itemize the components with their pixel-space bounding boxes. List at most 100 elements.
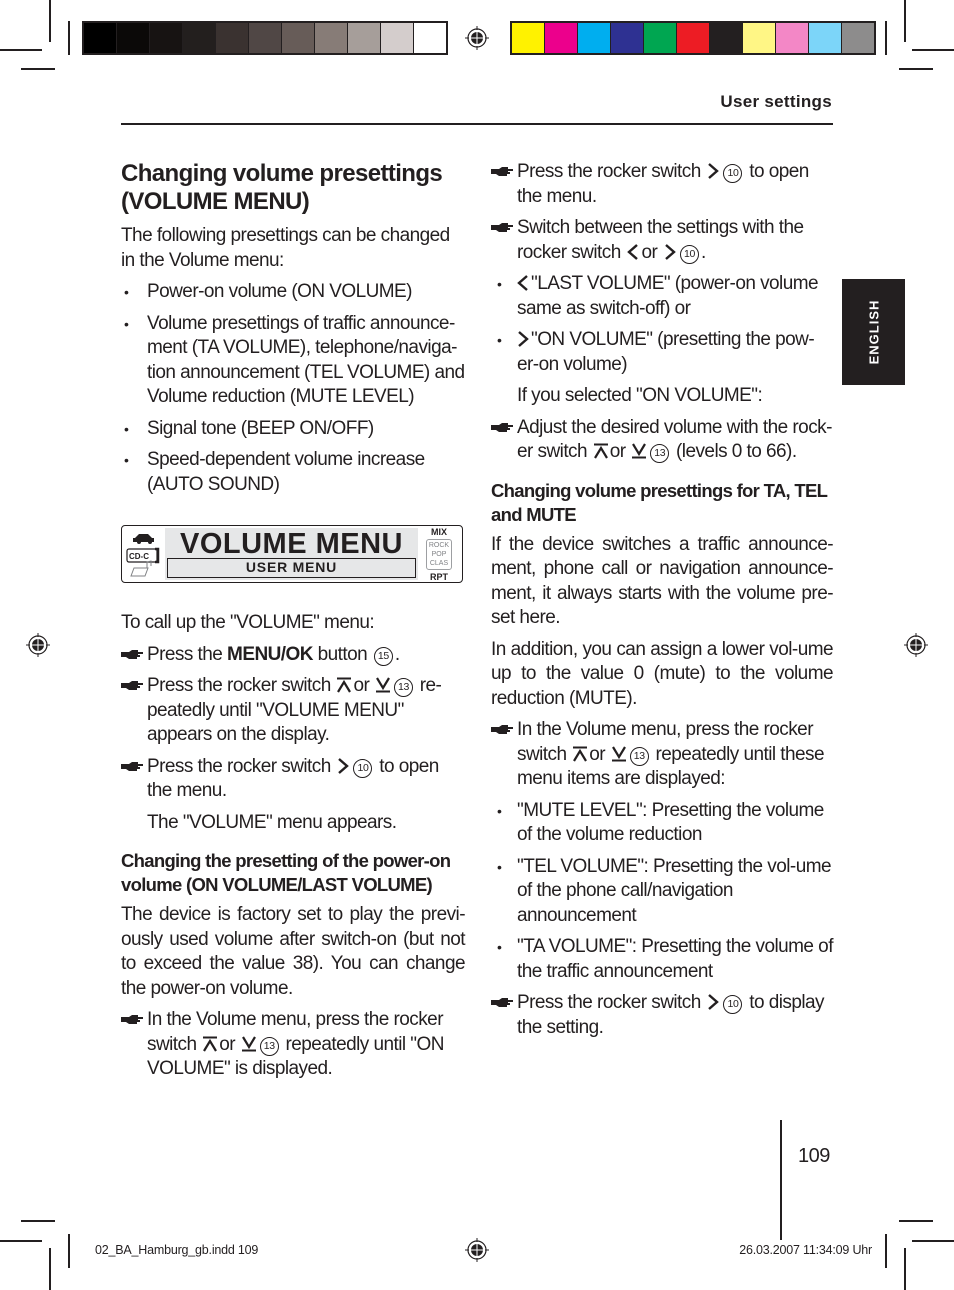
left-column: Changing volume presettings (VOLUME MENU… (121, 160, 466, 1089)
crop-mark (899, 68, 933, 70)
reference-number: 10 (723, 164, 743, 183)
section-title: User settings (720, 92, 832, 111)
rocker-right-icon (518, 331, 529, 347)
reference-number: 13 (629, 746, 649, 766)
pointing-hand-icon (491, 422, 513, 432)
eq-option: POP (431, 551, 447, 558)
mp3-icon (130, 560, 152, 577)
crop-mark (49, 0, 51, 42)
pointing-hand-icon (121, 1015, 143, 1024)
crop-mark (21, 1220, 55, 1222)
color-calibration-bar (510, 21, 876, 55)
menu-items-list: "MUTE LEVEL": Presetting the volume of t… (471, 799, 833, 985)
eq-option: ROCK (428, 542, 450, 549)
rocker-down-icon (611, 745, 626, 761)
pointing-hand-icon (491, 223, 513, 232)
color-swatch (348, 23, 380, 53)
page-heading: Changing volume presettings (VOLUME MENU… (121, 160, 443, 215)
list-item: "LAST VOLUME" (power-on volume same as s… (471, 272, 833, 321)
color-swatch (578, 23, 610, 53)
radio-display-illustration: CD-C VOLUME MENU USER MENU MIX ROCK POP … (121, 525, 463, 583)
rocker-right-icon (665, 243, 676, 260)
crop-mark (0, 1240, 42, 1242)
pointing-hand-icon (491, 167, 513, 176)
color-swatch (611, 23, 643, 53)
crop-mark (0, 49, 42, 51)
pointing-hand-icon (121, 761, 143, 771)
color-swatch (809, 23, 841, 53)
color-swatch (414, 23, 446, 53)
registration-mark-icon (904, 633, 928, 657)
color-swatch (644, 23, 676, 53)
crop-mark (21, 68, 55, 70)
subheading: Changing volume presettings for TA, TEL … (491, 479, 828, 525)
color-swatch (743, 23, 775, 53)
rocker-left-icon (517, 275, 528, 291)
print-timestamp: 26.03.2007 11:34:09 Uhr (739, 1243, 872, 1257)
rocker-up-icon (593, 443, 608, 459)
rocker-up-icon (337, 677, 352, 693)
paragraph: The device is factory set to play the pr… (121, 904, 466, 999)
reference-number: 13 (394, 678, 414, 697)
pointing-hand-icon (121, 681, 143, 690)
color-swatch (150, 23, 182, 53)
reference-number: 13 (259, 1036, 279, 1056)
color-swatch (381, 23, 413, 53)
crop-mark (904, 1248, 906, 1290)
color-swatch (842, 23, 874, 53)
rocker-right-icon (708, 994, 720, 1010)
registration-mark-icon (465, 26, 489, 50)
pointing-hand-icon (121, 649, 143, 659)
instruction-step: Switch between the settings with the roc… (491, 216, 833, 265)
color-swatch (545, 23, 577, 53)
subheading: Changing the presetting of the power-on … (121, 850, 451, 895)
call-up-intro: To call up the "VOLUME" menu: (121, 612, 375, 633)
instruction-step: Press the rocker switch or 13 re-peatedl… (121, 674, 465, 748)
option-list: "LAST VOLUME" (power-on volume same as s… (471, 272, 833, 377)
color-swatch (776, 23, 808, 53)
registration-mark-icon (465, 1238, 489, 1262)
page-number-rule (780, 1120, 782, 1240)
step-result: The "VOLUME" menu appears. (147, 811, 397, 833)
button-name: MENU/OK (227, 643, 313, 665)
language-tab: ENGLISH (842, 279, 905, 385)
instruction-step: Press the rocker switch 10 to display th… (491, 991, 833, 1040)
cd-changer-icon: CD-C (126, 547, 160, 564)
crop-mark (885, 1234, 887, 1268)
list-item: "MUTE LEVEL": Presetting the volume of t… (471, 799, 833, 848)
display-main-text: VOLUME MENU (180, 528, 403, 560)
reference-number: 10 (353, 758, 373, 778)
crop-mark (912, 49, 954, 51)
list-item: "TEL VOLUME": Presetting the vol-ume of … (471, 855, 833, 929)
car-icon (133, 534, 154, 544)
eq-option: CLAS (429, 560, 449, 567)
pointing-hand-icon (491, 725, 513, 734)
color-swatch (249, 23, 281, 53)
grey-calibration-bar (82, 21, 448, 55)
list-item: "TA VOLUME": Presetting the volume of th… (471, 935, 833, 984)
list-item: "ON VOLUME" (presetting the pow-er-on vo… (471, 328, 833, 377)
color-swatch (117, 23, 149, 53)
mix-indicator: MIX (430, 527, 447, 537)
color-swatch (84, 23, 116, 53)
step-note: If you selected "ON VOLUME": (517, 385, 763, 406)
crop-mark (912, 1240, 954, 1242)
list-item: Speed-dependent volume increase (AUTO SO… (121, 448, 465, 497)
rocker-up-icon (573, 746, 588, 762)
right-column: Press the rocker switch 10 to open the m… (491, 160, 834, 1047)
instruction-step: In the Volume menu, press the rocker swi… (121, 1008, 465, 1082)
reference-number: 13 (650, 444, 670, 463)
repeat-indicator: RPT (430, 572, 448, 582)
reference-number: 10 (679, 244, 699, 264)
source-icons: CD-C (126, 534, 160, 577)
svg-text:CD-C: CD-C (129, 552, 149, 561)
reference-number: 10 (723, 995, 743, 1014)
display-screen: VOLUME MENU USER MENU (165, 528, 418, 580)
rocker-right-icon (708, 163, 720, 179)
color-swatch (216, 23, 248, 53)
crop-mark (68, 21, 70, 55)
pointing-hand-icon (491, 998, 513, 1007)
page-number: 109 (798, 1145, 830, 1167)
language-label: ENGLISH (866, 299, 881, 365)
crop-mark (49, 1248, 51, 1290)
